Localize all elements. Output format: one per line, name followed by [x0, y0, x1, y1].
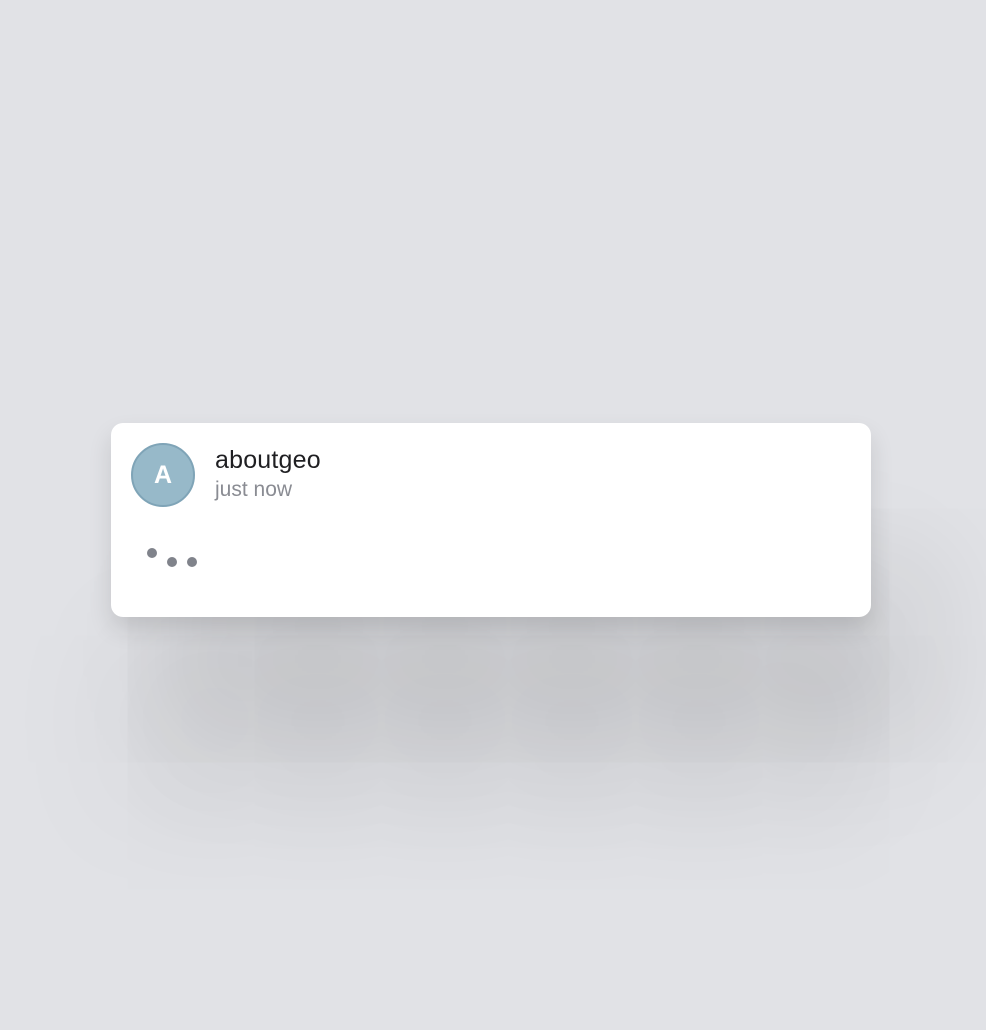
message-card: A aboutgeo just now [111, 423, 871, 617]
timestamp: just now [215, 478, 293, 501]
avatar[interactable]: A [131, 443, 195, 507]
typing-indicator [146, 548, 206, 568]
typing-dot-icon [147, 548, 157, 558]
typing-dot-icon [187, 557, 197, 567]
username[interactable]: aboutgeo [215, 443, 321, 477]
typing-dot-icon [167, 557, 177, 567]
